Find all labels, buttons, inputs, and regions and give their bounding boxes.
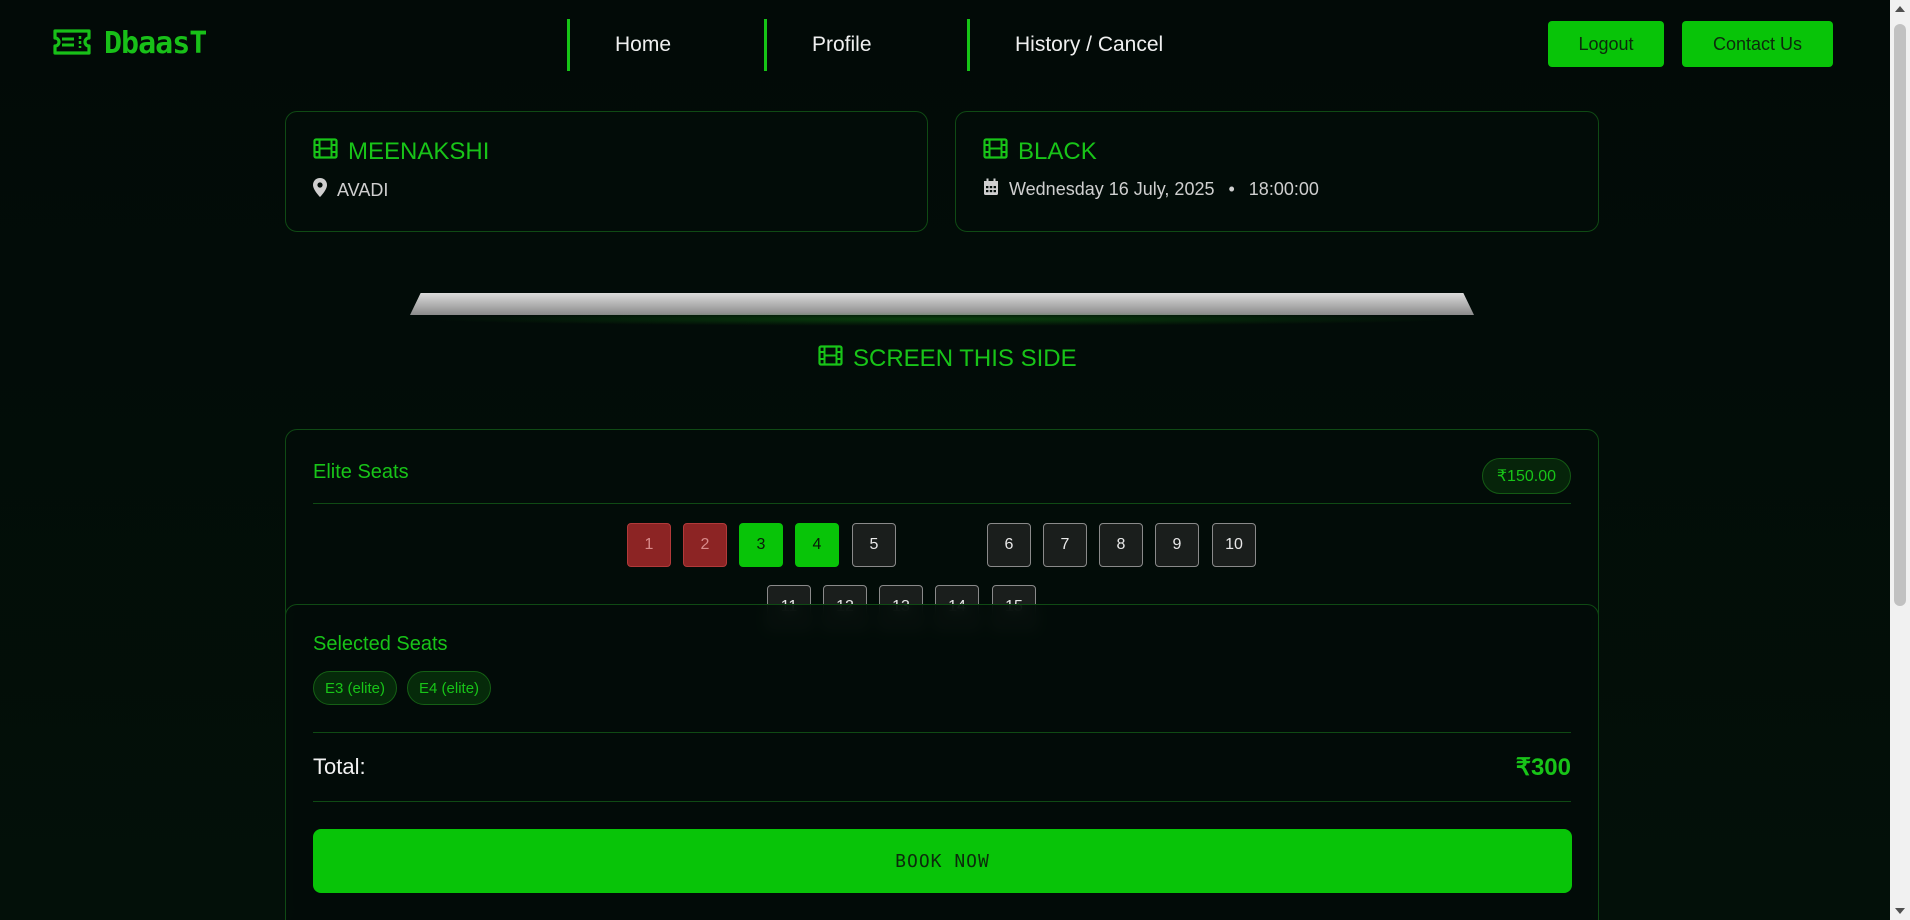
selected-seat-chip: E3 (elite) xyxy=(313,671,398,705)
map-pin-icon xyxy=(313,178,327,202)
seat-5[interactable]: 5 xyxy=(852,523,896,567)
seat-2[interactable]: 2 xyxy=(683,523,727,567)
book-now-button[interactable]: BOOK NOW xyxy=(313,829,1572,893)
nav-history-cancel[interactable]: History / Cancel xyxy=(967,19,1163,71)
film-icon xyxy=(983,138,1008,166)
movie-card: BLACK Wednesday 16 July, 2025 • 18:00:00 xyxy=(955,111,1599,232)
theatre-card: MEENAKSHI AVADI xyxy=(285,111,928,232)
selected-seats-panel: Selected Seats E3 (elite) E4 (elite) Tot… xyxy=(285,604,1599,920)
contact-us-button[interactable]: Contact Us xyxy=(1682,21,1833,67)
ticket-icon xyxy=(52,27,92,61)
show-time: 18:00:00 xyxy=(1248,179,1319,199)
seat-1[interactable]: 1 xyxy=(627,523,671,567)
seat-9[interactable]: 9 xyxy=(1155,523,1199,567)
show-date: Wednesday 16 July, 2025 xyxy=(1009,179,1215,199)
brand-logo[interactable]: DbaasT xyxy=(52,26,207,61)
movie-title: BLACK xyxy=(983,138,1571,166)
section-divider xyxy=(313,503,1571,504)
booking-page: DbaasT Home Profile History / Cancel Log… xyxy=(0,0,1890,920)
screen-label-text: SCREEN THIS SIDE xyxy=(853,345,1077,372)
screen-glow xyxy=(420,312,1464,326)
show-datetime-row: Wednesday 16 July, 2025 • 18:00:00 xyxy=(983,178,1571,201)
scrollbar-thumb[interactable] xyxy=(1894,24,1906,606)
scroll-up-arrow-icon[interactable] xyxy=(1895,6,1905,12)
seat-6[interactable]: 6 xyxy=(987,523,1031,567)
selected-seat-chips: E3 (elite) E4 (elite) xyxy=(313,671,492,705)
theatre-location: AVADI xyxy=(337,179,389,200)
navbar: DbaasT Home Profile History / Cancel Log… xyxy=(0,0,1890,90)
summary-divider xyxy=(313,732,1571,733)
film-icon xyxy=(818,345,843,373)
calendar-icon xyxy=(983,178,999,201)
seat-10[interactable]: 10 xyxy=(1212,523,1256,567)
brand-name: DbaasT xyxy=(104,26,207,61)
movie-name: BLACK xyxy=(1018,138,1097,165)
theatre-name: MEENAKSHI xyxy=(348,138,490,165)
total-amount: ₹300 xyxy=(1515,754,1571,781)
logout-button[interactable]: Logout xyxy=(1548,21,1664,67)
seat-8[interactable]: 8 xyxy=(1099,523,1143,567)
seat-7[interactable]: 7 xyxy=(1043,523,1087,567)
section-title: Elite Seats xyxy=(313,461,409,483)
theatre-title: MEENAKSHI xyxy=(313,138,900,166)
selected-seat-chip: E4 (elite) xyxy=(407,671,492,705)
scroll-down-arrow-icon[interactable] xyxy=(1895,908,1905,914)
datetime-separator: • xyxy=(1228,179,1235,199)
page-scrollbar[interactable] xyxy=(1890,0,1910,920)
seat-4[interactable]: 4 xyxy=(795,523,839,567)
nav-links: Home Profile History / Cancel xyxy=(567,19,1163,71)
nav-profile[interactable]: Profile xyxy=(764,19,967,71)
selected-seats-title: Selected Seats xyxy=(313,633,448,655)
nav-home[interactable]: Home xyxy=(567,19,764,71)
summary-divider xyxy=(313,801,1571,802)
screen-label: SCREEN THIS SIDE xyxy=(818,345,1077,373)
theatre-location-row: AVADI xyxy=(313,178,900,202)
film-icon xyxy=(313,138,338,166)
seat-3[interactable]: 3 xyxy=(739,523,783,567)
total-label: Total: xyxy=(313,754,366,779)
price-badge: ₹150.00 xyxy=(1481,458,1571,494)
